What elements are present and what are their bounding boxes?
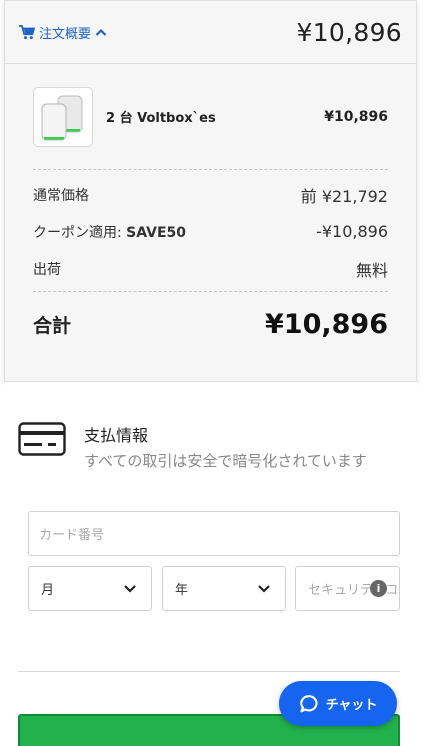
line-item: 2 台 Voltbox`es ¥10,896: [33, 64, 388, 170]
total-row: 合計 ¥10,896: [33, 292, 388, 356]
total-value: ¥10,896: [265, 308, 388, 340]
payment-title: 支払情報: [84, 426, 149, 445]
card-number-input[interactable]: カード番号: [28, 511, 400, 556]
payment-header: 支払情報 すべての取引は安全で暗号化されています: [18, 422, 404, 472]
payment-texts: 支払情報 すべての取引は安全で暗号化されています: [84, 422, 404, 472]
coupon-label-prefix: クーポン適用:: [33, 224, 127, 241]
voltbox-image-icon: [41, 95, 83, 140]
payment-subtitle: すべての取引は安全で暗号化されています: [84, 452, 367, 470]
chat-button[interactable]: チャット: [279, 681, 397, 726]
credit-card-icon: [18, 422, 66, 456]
coupon-label: クーポン適用: SAVE50: [33, 222, 186, 242]
chat-label: チャット: [325, 698, 378, 713]
coupon-discount-value: -¥10,896: [316, 222, 388, 241]
total-label: 合計: [33, 314, 72, 337]
shipping-value: 無料: [355, 260, 388, 280]
expiry-month-select[interactable]: 月: [28, 566, 152, 611]
coupon-row: クーポン適用: SAVE50 -¥10,896: [33, 213, 388, 250]
chat-bubble-icon: [299, 694, 318, 712]
regular-price-value: 前 ¥21,792: [300, 186, 388, 206]
product-thumbnail: [33, 86, 93, 147]
order-summary-toggle[interactable]: 注文概要: [19, 23, 107, 42]
expiry-year-select[interactable]: 年: [162, 566, 286, 611]
security-code-input[interactable]: セキュリティコード i: [295, 566, 400, 611]
order-summary: 注文概要 ¥10,896 2 台 Voltbox`es ¥10,896 通常価格…: [4, 0, 417, 382]
price-breakdown: 通常価格 前 ¥21,792 クーポン適用: SAVE50 -¥10,896 出…: [33, 170, 388, 292]
shipping-row: 出荷 無料: [33, 250, 388, 287]
section-divider: [18, 671, 400, 672]
regular-price-label: 通常価格: [33, 187, 89, 204]
expiry-year-label: 年: [175, 583, 189, 598]
checkout-page: 注文概要 ¥10,896 2 台 Voltbox`es ¥10,896 通常価格…: [0, 0, 423, 746]
item-name: 2 台 Voltbox`es: [106, 111, 216, 126]
regular-price-row: 通常価格 前 ¥21,792: [33, 176, 388, 213]
cart-icon: [19, 24, 35, 40]
order-summary-toggle-label: 注文概要: [39, 26, 92, 42]
chevron-up-icon: [95, 28, 107, 37]
shipping-label: 出荷: [33, 261, 61, 278]
order-summary-body: 2 台 Voltbox`es ¥10,896 通常価格 前 ¥21,792 クー…: [5, 64, 416, 356]
info-icon[interactable]: i: [370, 580, 387, 597]
chevron-down-icon: [258, 585, 270, 593]
item-price: ¥10,896: [324, 108, 388, 125]
header-total: ¥10,896: [296, 17, 402, 47]
chevron-down-icon: [124, 585, 136, 593]
coupon-code: SAVE50: [126, 224, 187, 241]
expiry-month-label: 月: [41, 583, 55, 598]
order-summary-header: 注文概要 ¥10,896: [5, 1, 416, 64]
